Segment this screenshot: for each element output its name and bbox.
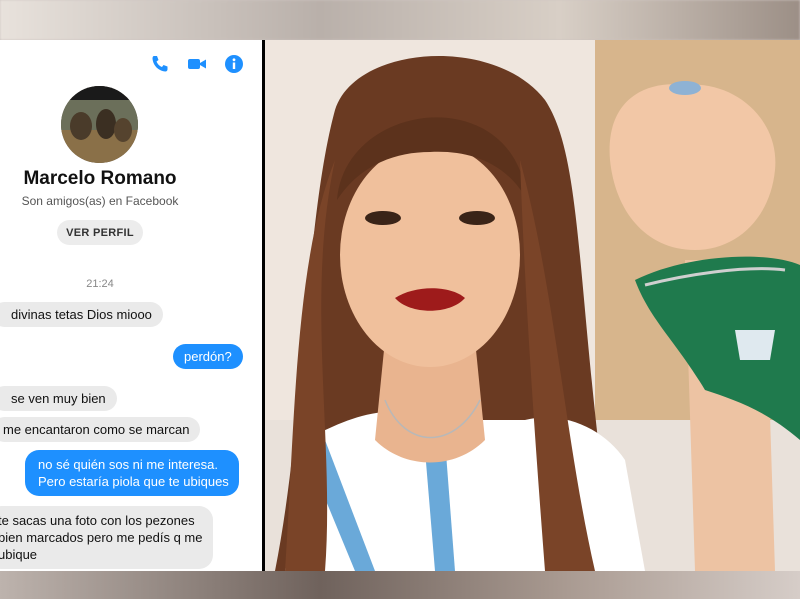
message-line: te sacas una foto con los pezones xyxy=(0,513,195,528)
message-line: Pero estaría piola que te ubiques xyxy=(38,474,229,489)
background-blur-bottom xyxy=(0,571,800,599)
video-call-icon[interactable] xyxy=(187,54,207,74)
message-line: no sé quién sos ni me interesa. xyxy=(38,457,218,472)
message-incoming: me encantaron como se marcan xyxy=(0,417,201,442)
message-outgoing: no sé quién sos ni me interesa. Pero est… xyxy=(25,450,239,496)
contact-avatar[interactable] xyxy=(61,86,138,163)
message-outgoing: perdón? xyxy=(173,344,243,369)
messenger-screenshot: Marcelo Romano Son amigos(as) en Faceboo… xyxy=(0,40,265,571)
message-line: bien marcados pero me pedís q me xyxy=(0,530,203,545)
message-incoming: divinas tetas Dios miooo xyxy=(0,302,163,327)
contact-name: Marcelo Romano xyxy=(23,168,177,189)
message-text: me encantaron como se marcan xyxy=(3,422,190,437)
contact-friend-status: Son amigos(as) en Facebook xyxy=(21,194,179,208)
chat-header xyxy=(0,40,262,88)
message-timestamp: 21:24 xyxy=(86,278,114,290)
message-text: se ven muy bien xyxy=(11,391,106,406)
photo-illustration xyxy=(265,40,800,571)
message-text: perdón? xyxy=(184,349,232,364)
message-line: ubique xyxy=(0,547,38,562)
background-blur-top xyxy=(0,0,800,40)
view-profile-button[interactable]: VER PERFIL xyxy=(57,220,143,245)
phone-icon[interactable] xyxy=(150,54,170,74)
selfie-photo xyxy=(265,40,800,571)
avatar-image xyxy=(61,86,138,163)
message-incoming: te sacas una foto con los pezones bien m… xyxy=(0,506,213,569)
message-incoming: se ven muy bien xyxy=(0,386,117,411)
message-text: divinas tetas Dios miooo xyxy=(11,307,152,322)
info-icon[interactable] xyxy=(224,54,244,74)
